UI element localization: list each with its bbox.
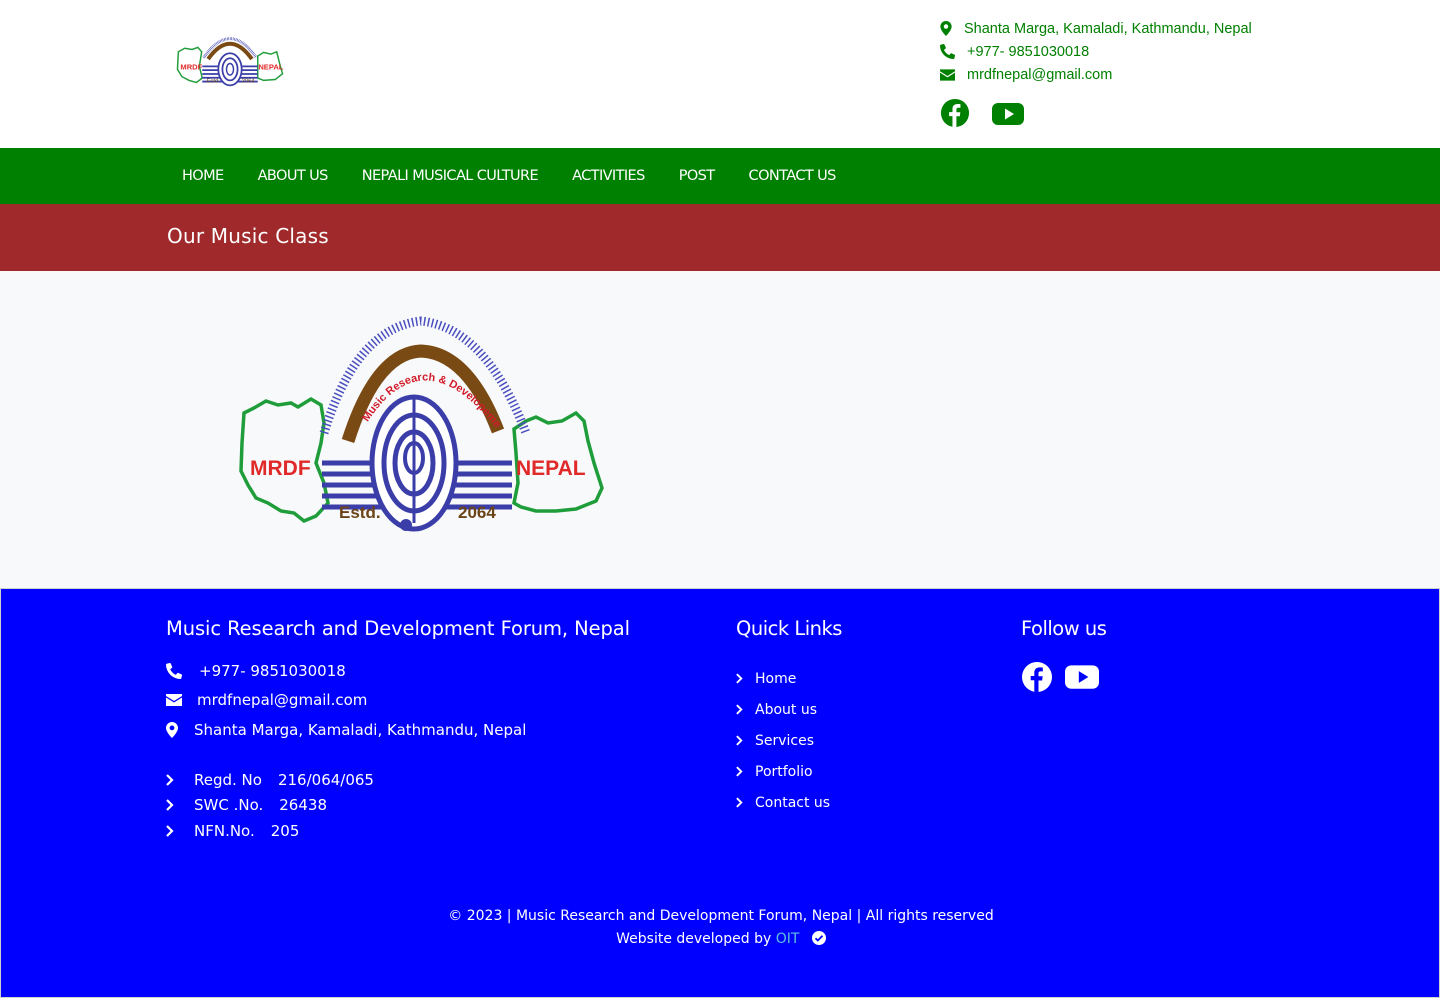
chevron-right-icon bbox=[736, 673, 755, 684]
header-phone-row: +977- 9851030018 bbox=[940, 40, 1252, 63]
main-navigation: HOME ABOUT US NEPALI MUSICAL CULTURE ACT… bbox=[0, 148, 1440, 204]
footer-quick-links-title: Quick Links bbox=[736, 617, 842, 640]
svg-text:NEPAL: NEPAL bbox=[258, 62, 283, 71]
footer-email[interactable]: mrdfnepal@gmail.com bbox=[197, 691, 367, 709]
map-marker-icon bbox=[940, 21, 962, 36]
footer-phone[interactable]: +977- 9851030018 bbox=[199, 662, 346, 680]
chevron-right-icon bbox=[736, 766, 755, 777]
svg-text:Estd.: Estd. bbox=[339, 503, 381, 522]
mrdf-logo-image: Music Research & Developement Forum, Nep… bbox=[236, 313, 604, 532]
chevron-right-icon bbox=[736, 797, 755, 808]
nav-item-about-us[interactable]: ABOUT US bbox=[258, 168, 329, 184]
footer-address-row: Shanta Marga, Kamaladi, Kathmandu, Nepal bbox=[166, 721, 526, 739]
page-title: Our Music Class bbox=[167, 224, 329, 248]
quick-link-services[interactable]: Services bbox=[736, 725, 830, 756]
nfn-label: NFN.No. bbox=[194, 822, 255, 840]
svg-text:2064: 2064 bbox=[458, 503, 496, 522]
top-header: MRDF NEPAL Estd. 2064 Shanta Marga, Kama… bbox=[0, 0, 1440, 148]
svg-text:Estd.: Estd. bbox=[207, 78, 221, 84]
svg-text:MRDF: MRDF bbox=[250, 457, 311, 480]
header-social-links bbox=[940, 98, 1024, 128]
header-phone[interactable]: +977- 9851030018 bbox=[967, 44, 1089, 60]
chevron-right-icon bbox=[736, 735, 755, 746]
nav-item-contact-us[interactable]: CONTACT US bbox=[749, 168, 837, 184]
regd-label: Regd. No bbox=[194, 771, 262, 789]
chevron-right-icon bbox=[166, 825, 194, 837]
nav-item-activities[interactable]: ACTIVITIES bbox=[572, 168, 645, 184]
quick-link-label: Services bbox=[755, 732, 815, 749]
main-content: Music Research & Developement Forum, Nep… bbox=[0, 271, 1440, 588]
quick-links-list: Home About us Services Portfolio Contact… bbox=[736, 663, 830, 818]
facebook-icon[interactable] bbox=[940, 98, 970, 128]
quick-link-portfolio[interactable]: Portfolio bbox=[736, 756, 830, 787]
youtube-icon[interactable] bbox=[992, 98, 1024, 128]
quick-link-label: Portfolio bbox=[755, 763, 813, 780]
footer-regd-row: Regd. No 216/064/065 bbox=[166, 771, 374, 789]
svg-text:MRDF: MRDF bbox=[180, 62, 202, 71]
developer-link[interactable]: OIT bbox=[776, 931, 800, 947]
footer-follow-title: Follow us bbox=[1021, 617, 1107, 640]
swc-label: SWC .No. bbox=[194, 796, 264, 814]
nav-item-home[interactable]: HOME bbox=[182, 168, 224, 184]
nav-item-nepali-musical-culture[interactable]: NEPALI MUSICAL CULTURE bbox=[362, 168, 539, 184]
quick-link-label: About us bbox=[755, 701, 818, 718]
nfn-value: 205 bbox=[270, 822, 300, 840]
developer-credit: Website developed by OIT bbox=[1, 928, 1440, 953]
youtube-icon[interactable] bbox=[1065, 661, 1099, 697]
nav-item-post[interactable]: POST bbox=[679, 168, 715, 184]
quick-link-label: Contact us bbox=[755, 794, 831, 811]
phone-icon bbox=[940, 44, 962, 59]
quick-link-label: Home bbox=[755, 670, 797, 687]
footer-email-row: mrdfnepal@gmail.com bbox=[166, 691, 367, 709]
footer-swc-row: SWC .No. 26438 bbox=[166, 796, 327, 814]
page-title-band: Our Music Class bbox=[0, 204, 1440, 271]
site-footer: Music Research and Development Forum, Ne… bbox=[0, 588, 1440, 998]
footer-address: Shanta Marga, Kamaladi, Kathmandu, Nepal bbox=[194, 721, 527, 739]
developed-by-label: Website developed by bbox=[616, 931, 772, 947]
header-address-row: Shanta Marga, Kamaladi, Kathmandu, Nepal bbox=[940, 17, 1252, 40]
footer-org-title: Music Research and Development Forum, Ne… bbox=[166, 617, 630, 640]
quick-link-contact-us[interactable]: Contact us bbox=[736, 787, 830, 818]
chevron-right-icon bbox=[736, 704, 755, 715]
envelope-icon bbox=[166, 694, 197, 706]
footer-phone-row: +977- 9851030018 bbox=[166, 662, 346, 680]
envelope-icon bbox=[940, 68, 962, 81]
header-email-row: mrdfnepal@gmail.com bbox=[940, 63, 1252, 86]
header-address: Shanta Marga, Kamaladi, Kathmandu, Nepal bbox=[964, 20, 1252, 37]
phone-icon bbox=[166, 663, 199, 679]
check-circle-icon bbox=[811, 930, 826, 953]
quick-link-home[interactable]: Home bbox=[736, 663, 830, 694]
site-logo[interactable]: MRDF NEPAL Estd. 2064 bbox=[176, 22, 284, 88]
chevron-right-icon bbox=[166, 774, 194, 786]
quick-link-about-us[interactable]: About us bbox=[736, 694, 830, 725]
header-contact-info: Shanta Marga, Kamaladi, Kathmandu, Nepal… bbox=[940, 17, 1252, 86]
footer-nfn-row: NFN.No. 205 bbox=[166, 822, 299, 840]
header-email[interactable]: mrdfnepal@gmail.com bbox=[967, 67, 1112, 83]
map-marker-icon bbox=[166, 722, 194, 738]
copyright-text: © 2023 | Music Research and Development … bbox=[448, 908, 994, 924]
chevron-right-icon bbox=[166, 799, 194, 811]
footer-social-links bbox=[1021, 661, 1099, 697]
swc-value: 26438 bbox=[279, 796, 327, 814]
svg-text:2064: 2064 bbox=[242, 78, 256, 84]
svg-text:NEPAL: NEPAL bbox=[516, 457, 586, 480]
facebook-icon[interactable] bbox=[1021, 661, 1053, 697]
footer-copyright: © 2023 | Music Research and Development … bbox=[1, 905, 1440, 953]
regd-value: 216/064/065 bbox=[277, 771, 374, 789]
